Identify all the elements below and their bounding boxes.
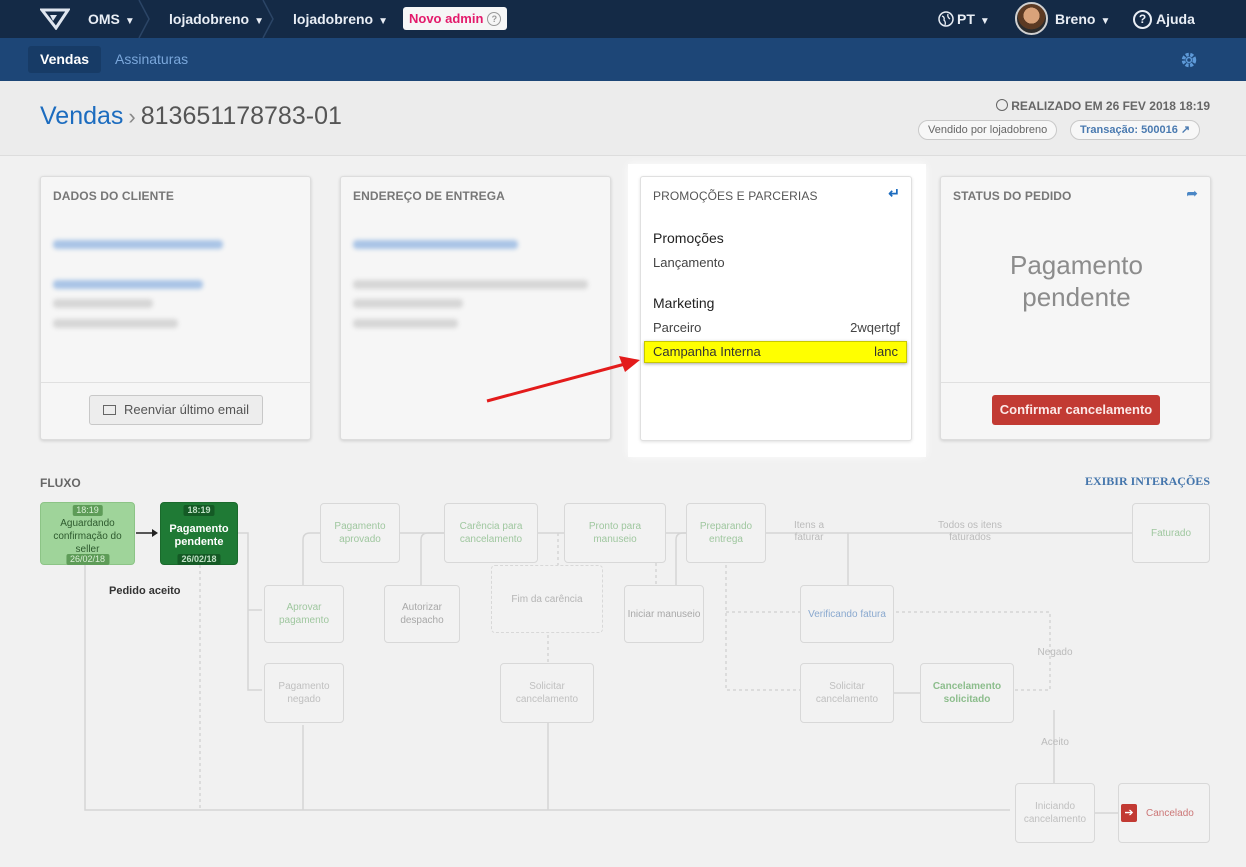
- node-iniciando-cancelamento[interactable]: Iniciando cancelamento: [1015, 783, 1095, 843]
- node-autorizar-despacho[interactable]: Autorizar despacho: [384, 585, 460, 643]
- node-solicitar-cancelamento-2[interactable]: Solicitar cancelamento: [800, 663, 894, 723]
- annotation-arrow: [486, 362, 626, 403]
- node-pagamento-pendente[interactable]: 18:19 Pagamento pendente 26/02/18: [160, 502, 238, 565]
- node-pronto-manuseio[interactable]: Pronto para manuseio: [564, 503, 666, 563]
- node-pagamento-aprovado[interactable]: Pagamento aprovado: [320, 503, 400, 563]
- annotation-arrowhead: [619, 356, 640, 372]
- edge-label-itens-faturar: Itens a faturar: [793, 520, 825, 543]
- edge-label-todos-faturados: Todos os itens faturados: [938, 520, 1002, 543]
- arrow-icon: [152, 529, 158, 537]
- node-label: Pagamento pendente: [169, 522, 229, 548]
- node-cancelamento-solicitado[interactable]: Cancelamento solicitado: [920, 663, 1014, 723]
- node-preparando-entrega[interactable]: Preparando entrega: [686, 503, 766, 563]
- exit-icon: ➔: [1121, 804, 1137, 822]
- edge-label-negado: Negado: [1037, 647, 1073, 658]
- node-time: 18:19: [183, 505, 215, 516]
- node-fim-carencia[interactable]: Fim da carência: [491, 565, 603, 633]
- node-label: Cancelado: [1146, 807, 1194, 819]
- node-date: 26/02/18: [177, 554, 221, 565]
- node-time: 18:19: [72, 505, 103, 516]
- node-aguardando[interactable]: 18:19 Aguardando confirmação do seller 2…: [40, 502, 135, 565]
- node-iniciar-manuseio[interactable]: Iniciar manuseio: [624, 585, 704, 643]
- node-aprovar-pagamento[interactable]: Aprovar pagamento: [264, 585, 344, 643]
- edge-label-aceito: Aceito: [1041, 737, 1069, 748]
- node-verificando-fatura[interactable]: Verificando fatura: [800, 585, 894, 643]
- node-pagamento-negado[interactable]: Pagamento negado: [264, 663, 344, 723]
- node-faturado[interactable]: Faturado: [1132, 503, 1210, 563]
- node-label: Aguardando confirmação do seller: [53, 518, 122, 555]
- accepted-order-label: Pedido aceito: [109, 585, 181, 597]
- node-date: 26/02/18: [65, 554, 110, 565]
- node-cancelado[interactable]: ➔ Cancelado: [1118, 783, 1210, 843]
- node-solicitar-cancelamento-1[interactable]: Solicitar cancelamento: [500, 663, 594, 723]
- node-carencia[interactable]: Carência para cancelamento: [444, 503, 538, 563]
